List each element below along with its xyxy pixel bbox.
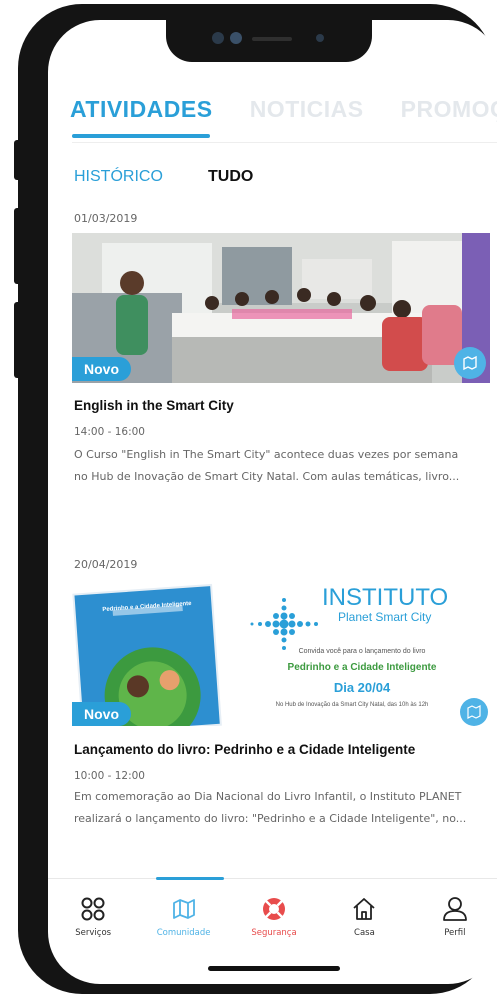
card-image-flyer[interactable]: INSTITUTO Planet Smart City Convida você…	[72, 578, 490, 726]
flyer-org-subtitle: Planet Smart City	[338, 610, 432, 624]
map-icon-glyph	[463, 355, 477, 371]
nav-item-casa[interactable]: Casa	[319, 882, 409, 962]
flyer-invite: Convida você para o lançamento do livro	[298, 648, 426, 655]
app-screen: ATIVIDADES NOTICIAS PROMOÇ HISTÓRICO TUD…	[48, 20, 497, 984]
flyer-location: No Hub de Inovação da Smart City Natal, …	[275, 702, 429, 708]
card-title[interactable]: English in the Smart City	[74, 398, 234, 413]
card-date: 01/03/2019	[74, 212, 138, 225]
tab-promocoes[interactable]: PROMOÇ	[401, 96, 497, 123]
flyer-book-title: Pedrinho e a Cidade Inteligente	[287, 662, 437, 673]
nav-label: Serviços	[75, 928, 112, 938]
card-description: Em comemoração ao Dia Nacional do Livro …	[74, 786, 484, 830]
user-icon	[442, 897, 467, 921]
card-time: 10:00 - 12:00	[74, 770, 145, 782]
home-icon	[353, 898, 376, 920]
nav-item-servicos[interactable]: Serviços	[48, 882, 138, 962]
nav-label: Comunidade	[156, 928, 211, 938]
tabs-divider	[72, 142, 497, 143]
classroom-photo	[72, 233, 490, 383]
card-description: O Curso "English in The Smart City" acon…	[74, 444, 484, 488]
grid-circles-icon	[81, 897, 105, 921]
bottom-nav: Serviços Comunidade Segurança Casa Perfi…	[48, 882, 497, 962]
map-icon	[454, 347, 486, 379]
sensor-icon	[316, 34, 324, 42]
nav-item-comunidade[interactable]: Comunidade	[138, 882, 228, 962]
flyer-day: Dia 20/04	[333, 680, 391, 695]
map-icon	[172, 899, 195, 919]
nav-label: Perfil	[444, 928, 466, 938]
card-description-line: Em comemoração ao Dia Nacional do Livro …	[74, 790, 462, 803]
card-description-line: realizará o lançamento do livro: "Pedrin…	[74, 812, 467, 825]
nav-label: Segurança	[251, 928, 297, 938]
card-date: 20/04/2019	[74, 558, 138, 571]
nav-item-seguranca[interactable]: Segurança	[229, 882, 319, 962]
camera-icon	[212, 32, 224, 44]
sensor-icon	[230, 32, 242, 44]
card-title[interactable]: Lançamento do livro: Pedrinho e a Cidade…	[74, 742, 415, 757]
sub-tabs: HISTÓRICO TUDO	[74, 166, 293, 186]
bottom-nav-divider	[48, 878, 497, 879]
tab-atividades[interactable]: ATIVIDADES	[70, 96, 213, 123]
subtab-tudo[interactable]: TUDO	[208, 168, 253, 186]
phone-frame: ATIVIDADES NOTICIAS PROMOÇ HISTÓRICO TUD…	[18, 4, 497, 994]
subtab-historico[interactable]: HISTÓRICO	[74, 168, 163, 186]
card-description-line: O Curso "English in The Smart City" acon…	[74, 448, 459, 461]
active-nav-indicator	[156, 877, 224, 880]
card-image-classroom[interactable]: Novo	[72, 233, 490, 383]
home-indicator	[208, 966, 340, 971]
active-tab-indicator	[72, 134, 210, 138]
flyer-org-name: INSTITUTO	[322, 584, 449, 611]
tab-noticias[interactable]: NOTICIAS	[250, 96, 364, 123]
nav-item-perfil[interactable]: Perfil	[410, 882, 497, 962]
notch	[166, 20, 372, 62]
new-badge: Novo	[72, 357, 131, 381]
card-description-line: no Hub de Inovação de Smart City Natal. …	[74, 470, 460, 483]
new-badge: Novo	[72, 702, 131, 726]
nav-label: Casa	[354, 928, 375, 938]
lifebuoy-icon	[263, 898, 286, 920]
card-time: 14:00 - 16:00	[74, 426, 145, 438]
speaker-grille	[252, 37, 292, 41]
